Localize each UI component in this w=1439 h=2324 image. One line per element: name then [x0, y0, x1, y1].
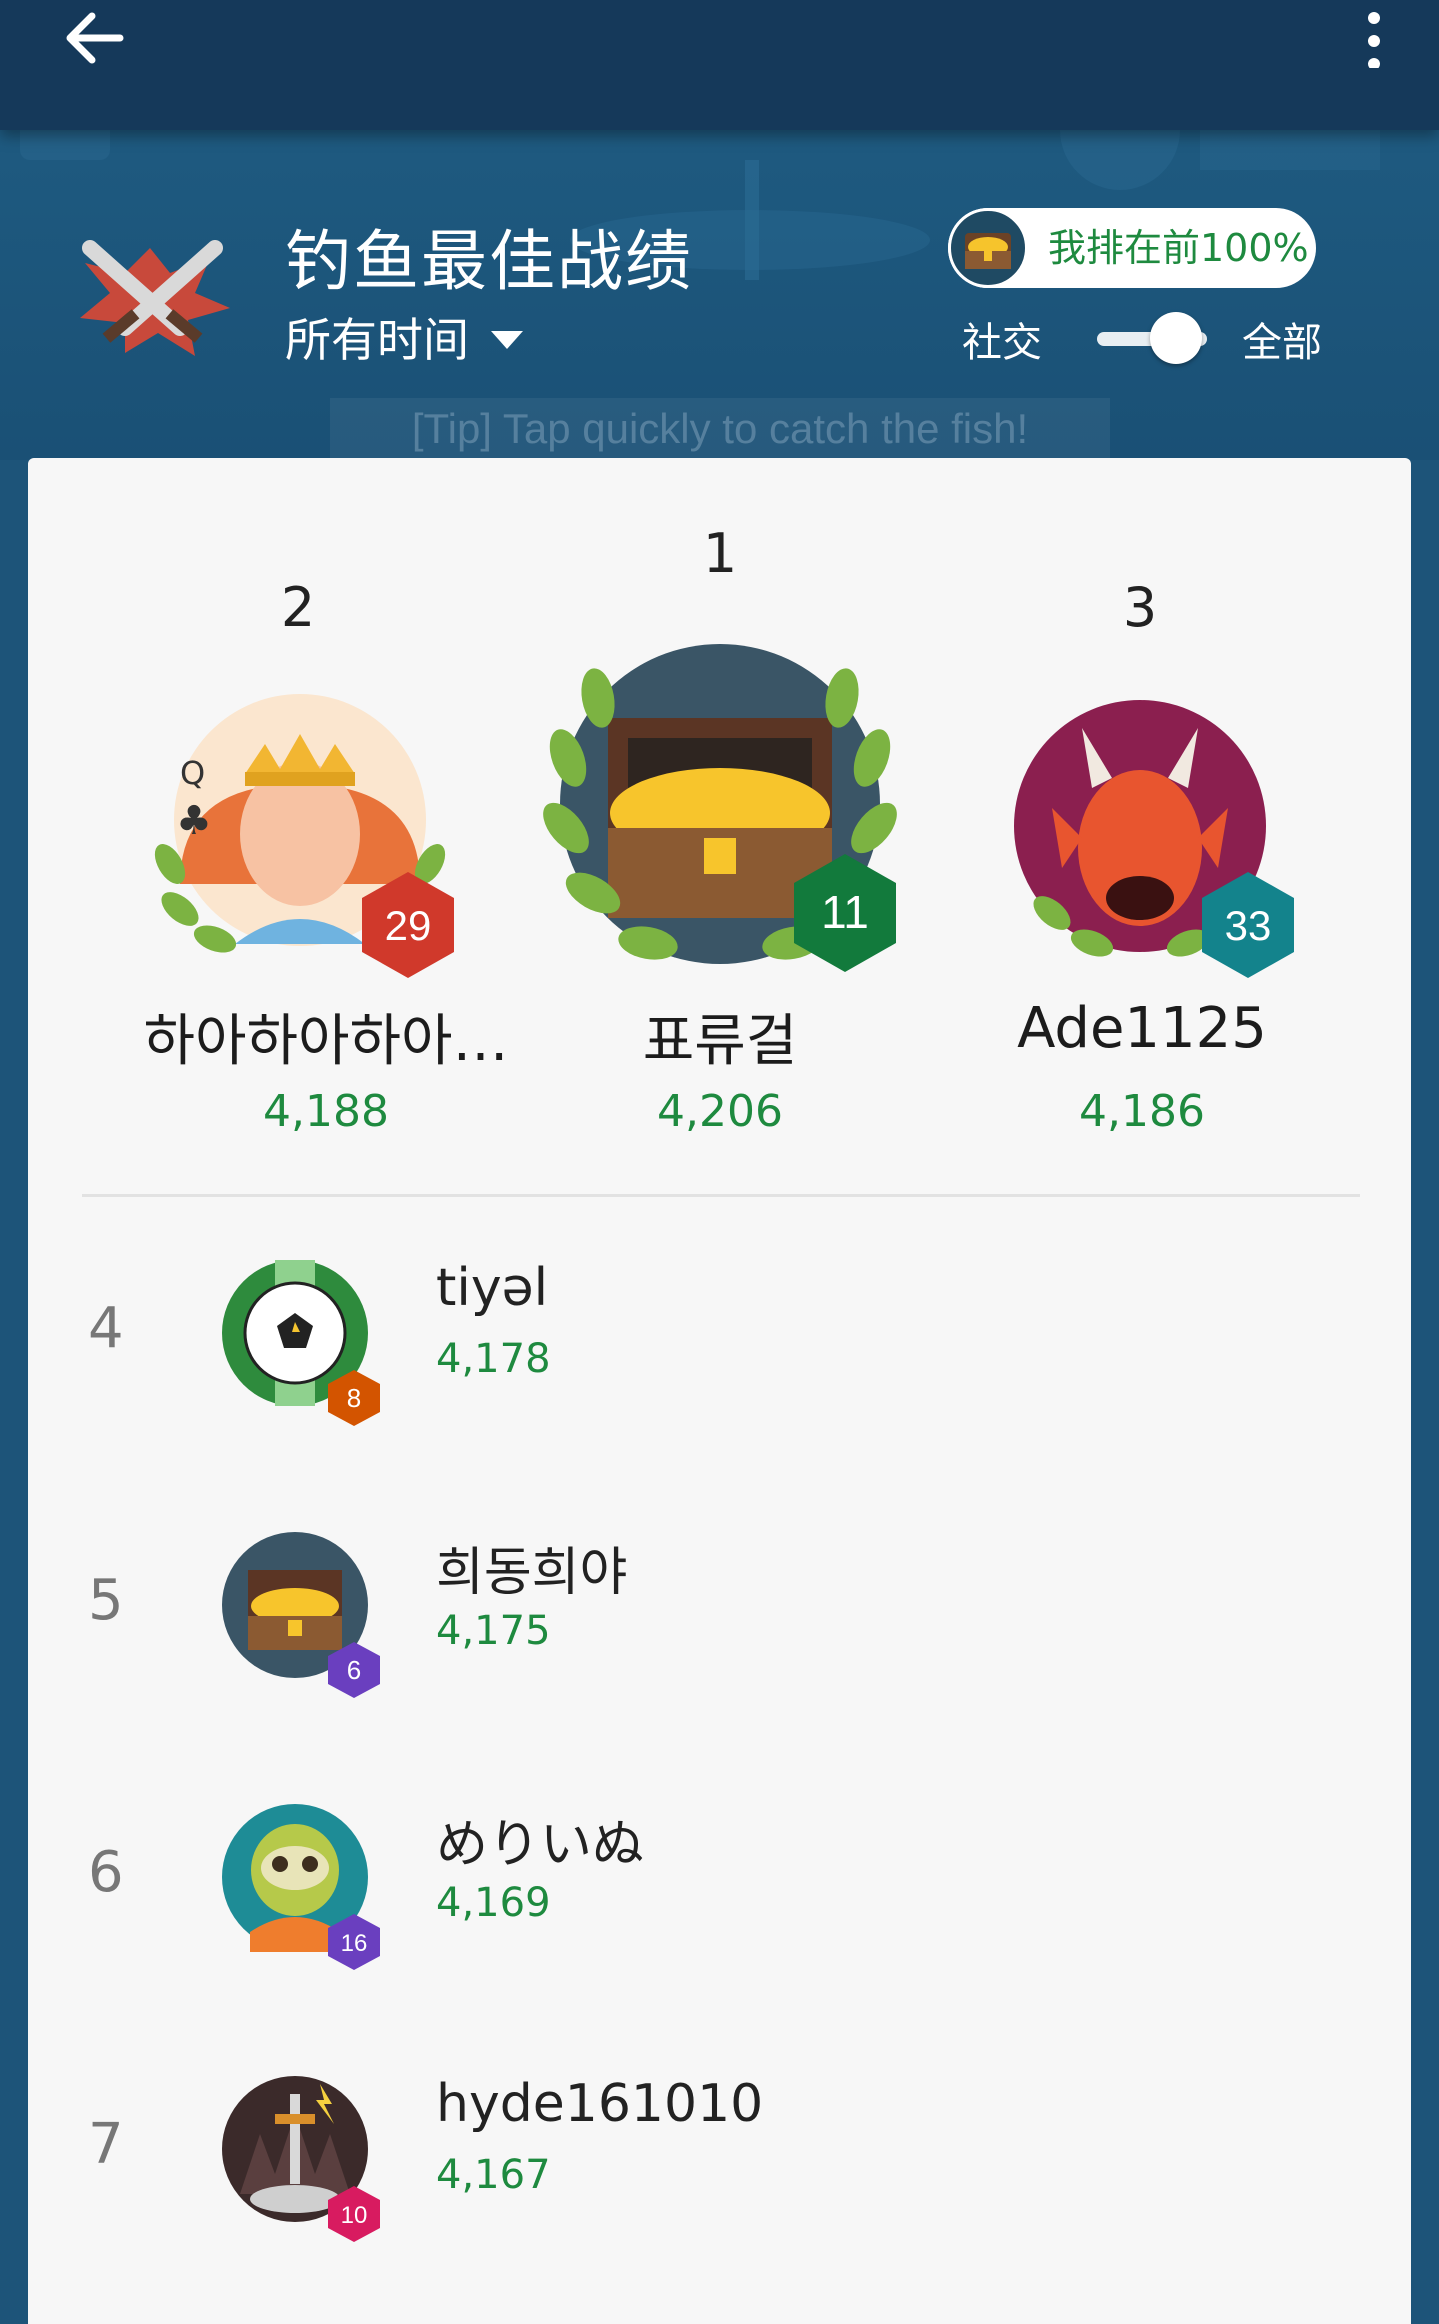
my-rank-badge[interactable]: 我排在前100%: [948, 208, 1316, 288]
level-value: 33: [1225, 902, 1272, 949]
player-name: Ade1125: [1017, 996, 1267, 1061]
level-badge: 10: [328, 2186, 380, 2242]
leaderboard-row[interactable]: 7 10 hyde161010 4,167: [28, 2044, 1411, 2316]
player-name: 표류걸: [642, 1009, 798, 1074]
level-value: 6: [347, 1655, 361, 1685]
background-tip: [Tip] Tap quickly to catch the fish!: [330, 398, 1110, 460]
level-badge: 11: [794, 854, 896, 972]
row-rank: 7: [88, 2112, 124, 2177]
treasure-chest-avatar: [948, 208, 1028, 288]
podium-rank: 1: [702, 522, 738, 585]
player-score: 4,169: [436, 1880, 551, 1926]
player-name: hyde161010: [436, 2074, 764, 2134]
rank-percentile-text: 我排在前100%: [1048, 226, 1309, 270]
more-options-button[interactable]: [1349, 8, 1399, 70]
leaderboard-row[interactable]: 5 6 희동희야 4,175: [28, 1500, 1411, 1772]
level-badge: 33: [1202, 872, 1294, 978]
level-badge: 16: [328, 1914, 380, 1970]
level-value: 8: [347, 1383, 361, 1413]
player-name: 하아하아하아…: [143, 1009, 509, 1074]
player-score: 4,178: [436, 1336, 551, 1382]
toggle-knob[interactable]: [1150, 312, 1202, 364]
leaderboard-row[interactable]: 6 16 めりいぬ 4,169: [28, 1772, 1411, 2044]
level-value: 10: [341, 2202, 368, 2229]
row-rank: 6: [88, 1840, 124, 1905]
leaderboard-card: 2 Q ♣ 29 하아하아하아… 4,188 1 11 표류걸 4,206 3 …: [28, 458, 1411, 2324]
toggle-label-all: 全部: [1242, 320, 1322, 366]
time-filter-dropdown[interactable]: 所有时间: [285, 304, 523, 370]
caret-down-icon: [491, 331, 523, 349]
level-badge: 6: [328, 1642, 380, 1698]
row-rank: 5: [88, 1568, 124, 1633]
podium-rank: 3: [1122, 576, 1158, 639]
more-vertical-icon: [1368, 12, 1380, 70]
time-filter-label: 所有时间: [285, 313, 469, 367]
player-name: めりいぬ: [436, 1815, 645, 1875]
level-value: 11: [821, 886, 869, 938]
podium-rank: 2: [280, 576, 316, 639]
toggle-label-social: 社交: [962, 320, 1042, 366]
leaderboard-row[interactable]: 4 8 tiyəl 4,178: [28, 1228, 1411, 1500]
player-score: 4,167: [436, 2152, 551, 2198]
level-value: 29: [385, 902, 432, 949]
crossed-swords-icon: [70, 228, 235, 358]
player-score: 4,188: [263, 1086, 389, 1137]
player-name: 희동희야: [436, 1543, 628, 1603]
page-title: 钓鱼最佳战绩: [285, 223, 693, 300]
player-score: 4,206: [657, 1086, 783, 1137]
level-badge: 8: [328, 1370, 380, 1426]
player-score: 4,175: [436, 1608, 551, 1654]
podium-divider: [82, 1194, 1360, 1197]
app-bar: [0, 0, 1439, 130]
svg-text:Q: Q: [180, 754, 205, 792]
row-rank: 4: [88, 1296, 124, 1361]
player-name: tiyəl: [436, 1258, 549, 1318]
svg-text:♣: ♣: [176, 798, 212, 844]
back-button[interactable]: [58, 8, 138, 68]
player-score: 4,186: [1079, 1086, 1205, 1137]
arrow-left-icon: [66, 12, 124, 64]
level-badge: 29: [362, 872, 454, 978]
level-value: 16: [341, 1930, 368, 1957]
social-all-toggle: 社交 全部: [962, 306, 1322, 366]
